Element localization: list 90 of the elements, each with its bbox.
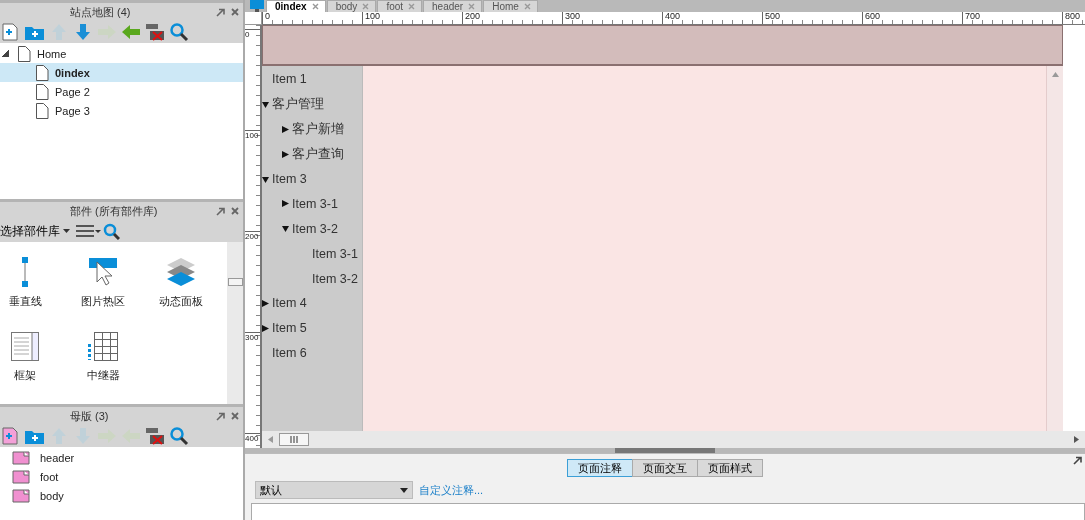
widget-label: 垂直线 — [8, 294, 42, 309]
panel-title: 母版 (3) — [70, 408, 109, 424]
widget-item[interactable]: 图片热区 — [64, 256, 142, 330]
library-dropdown[interactable]: 选择部件库 — [0, 222, 70, 240]
widget-label: 框架 — [14, 368, 36, 383]
menu-item[interactable]: 客户新增 — [262, 116, 362, 142]
document-tab[interactable]: body — [326, 0, 377, 12]
notes-field[interactable] — [251, 503, 1085, 520]
grip-icon[interactable] — [290, 436, 298, 443]
menu-item[interactable]: Item 1 — [262, 67, 362, 92]
panel-title: 站点地图 (4) — [70, 4, 131, 20]
frame-icon — [11, 331, 39, 361]
cursor-icon — [89, 258, 117, 286]
master-item[interactable]: foot — [0, 467, 243, 486]
page-icon — [36, 102, 49, 119]
close-icon[interactable] — [468, 3, 476, 10]
menu-item[interactable]: 客户查询 — [262, 141, 362, 167]
close-icon[interactable] — [408, 3, 416, 10]
close-icon[interactable] — [311, 3, 319, 10]
master-item[interactable]: body — [0, 486, 243, 505]
vertical-line-icon — [22, 257, 28, 287]
widget-item[interactable]: 垂直线 — [0, 256, 64, 330]
master-icon — [12, 450, 30, 465]
page-item[interactable]: Home — [0, 44, 243, 63]
widget-label: 动态面板 — [159, 294, 203, 309]
vertical-ruler: 0 100 200 300 400 — [245, 25, 262, 448]
widget-label: 图片热区 — [81, 294, 125, 309]
delete-icon[interactable] — [144, 22, 166, 42]
close-icon[interactable] — [362, 3, 370, 10]
menu-item[interactable]: 客户管理 — [262, 91, 362, 117]
menu-item[interactable]: Item 5 — [262, 315, 362, 341]
expand-icon[interactable] — [282, 150, 289, 158]
monitor-icon — [249, 0, 265, 12]
notes-dropdown[interactable]: 默认 — [255, 481, 413, 499]
widget-item[interactable]: 框架 — [0, 330, 64, 404]
notes-tab[interactable]: 页面注释 — [566, 459, 633, 477]
document-tab[interactable]: 0index — [266, 0, 326, 12]
menu-icon[interactable] — [76, 224, 101, 238]
page-item[interactable]: 0index — [0, 63, 243, 82]
scroll-left-icon[interactable] — [268, 436, 273, 443]
horizontal-ruler: 0 100 200 300 400 500 600 700 800 — [262, 12, 1085, 25]
widget-item[interactable]: 动态面板 — [142, 256, 220, 330]
notes-tab[interactable]: 页面样式 — [696, 459, 763, 477]
scrollbar[interactable] — [1046, 66, 1063, 431]
document-tab[interactable]: Home — [483, 0, 538, 12]
menu-item[interactable]: Item 3 — [262, 166, 362, 192]
page-item[interactable]: Page 3 — [0, 101, 243, 120]
search-icon[interactable] — [103, 222, 120, 240]
scrollbar[interactable] — [227, 242, 243, 404]
page-icon — [36, 64, 49, 81]
menu-item[interactable]: Item 4 — [262, 291, 362, 316]
search-icon[interactable] — [168, 22, 190, 42]
panel-title: 部件 (所有部件库) — [70, 203, 158, 219]
menu-item[interactable]: Item 3-1 — [262, 191, 362, 217]
page-icon — [36, 83, 49, 100]
pin-icon[interactable] — [1073, 456, 1082, 465]
pin-icon[interactable] — [216, 206, 225, 216]
close-icon[interactable] — [231, 8, 239, 16]
close-icon[interactable] — [231, 207, 239, 215]
caret-icon — [63, 229, 70, 233]
scroll-right-icon[interactable] — [1074, 436, 1079, 443]
master-icon — [12, 488, 30, 503]
master-icon — [12, 469, 30, 484]
document-tab[interactable]: header — [423, 0, 483, 12]
expand-icon[interactable] — [2, 50, 9, 57]
pin-icon[interactable] — [216, 7, 225, 17]
layers-icon — [167, 258, 195, 286]
close-icon[interactable] — [231, 412, 239, 420]
search-icon[interactable] — [168, 426, 190, 446]
expand-icon[interactable] — [282, 225, 289, 233]
widget-label: 中继器 — [86, 368, 120, 383]
close-icon[interactable] — [523, 3, 531, 10]
page-item[interactable]: Page 2 — [0, 82, 243, 101]
master-item[interactable]: header — [0, 448, 243, 467]
table-icon — [88, 331, 118, 361]
menu-item[interactable]: Item 3-2 — [262, 266, 362, 291]
menu-item[interactable]: Item 3-1 — [262, 241, 362, 267]
notes-tab[interactable]: 页面交互 — [631, 459, 698, 477]
pin-icon[interactable] — [216, 411, 225, 421]
menu-item[interactable]: Item 6 — [262, 340, 362, 366]
document-tab[interactable]: foot — [377, 0, 423, 12]
custom-notes-link[interactable]: 自定义注释... — [419, 482, 484, 498]
scroll-up-icon[interactable] — [1051, 72, 1059, 77]
menu-item[interactable]: Item 3-2 — [262, 216, 362, 242]
delete-icon[interactable] — [144, 426, 166, 446]
scrollbar[interactable] — [262, 431, 1085, 448]
widget-item[interactable]: 中继器 — [64, 330, 142, 404]
caret-icon — [400, 487, 408, 493]
expand-icon[interactable] — [282, 125, 289, 133]
expand-icon[interactable] — [282, 200, 289, 208]
